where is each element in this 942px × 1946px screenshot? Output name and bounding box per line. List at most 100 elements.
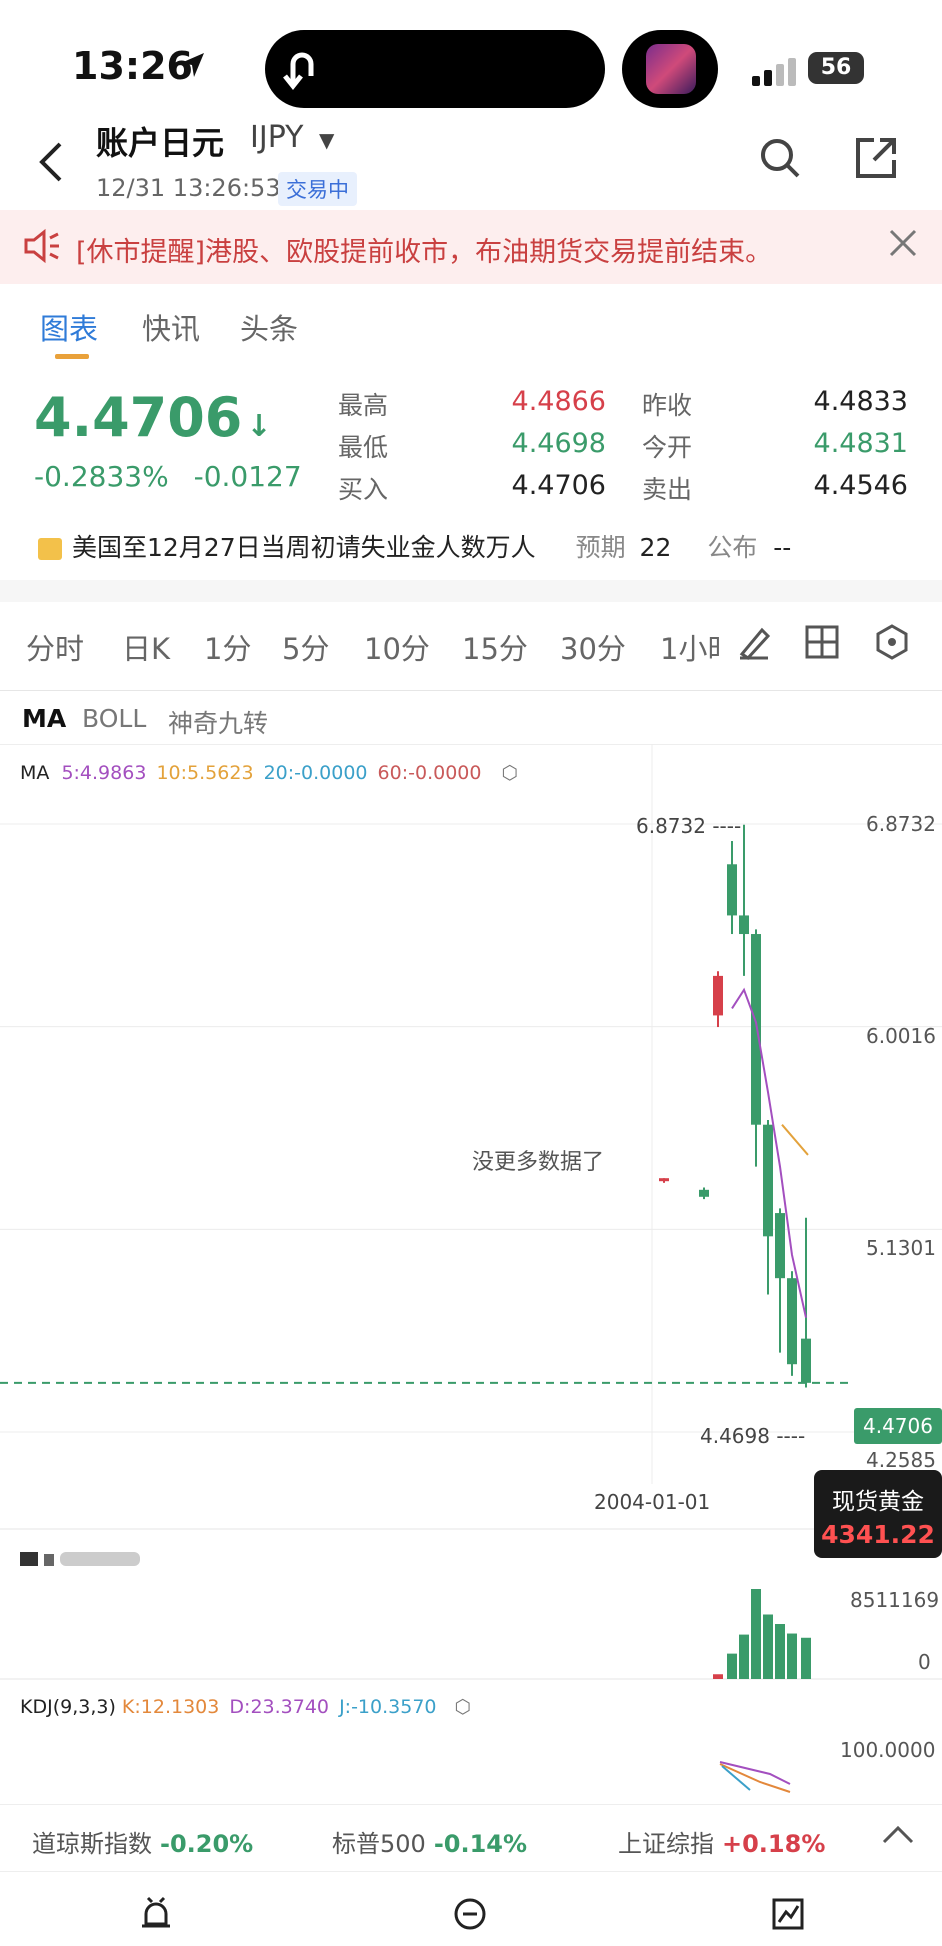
tab-active-indicator [55,354,89,359]
dynamic-island[interactable] [265,30,605,108]
back-button[interactable] [36,140,66,195]
indicator-tab-ma[interactable]: MA [22,704,66,733]
draw-tool-button[interactable] [734,622,774,666]
kline-chart[interactable] [0,744,942,1804]
period-10min[interactable]: 10分 [364,626,430,668]
event-text: 美国至12月27日当周初请失业金人数万人 [72,533,536,562]
nav-analysis-button[interactable] [770,1896,806,1940]
close-icon [889,229,917,257]
period-daily-k[interactable]: 日K [122,626,170,668]
spot-gold-label: 现货黄金 [832,1489,924,1515]
open-value: 4.4831 [813,428,908,459]
volume-bar [739,1634,749,1679]
volume-axis-zero: 0 [918,1650,931,1674]
tab-flash-news[interactable]: 快讯 [142,306,200,348]
page-title: 账户日元 [96,124,225,162]
indicator-tab-boll[interactable]: BOLL [82,704,146,733]
ask-value: 4.4546 [813,470,908,501]
volume-bar [727,1653,737,1679]
low-marker-value: 4.4698 [700,1424,770,1448]
open-label: 今开 [642,433,693,462]
published-label: 公布 [707,533,758,562]
spot-gold-widget[interactable]: 现货黄金 4341.22 [814,1470,942,1558]
volume-bar [751,1589,761,1679]
ticker-sp500-name: 标普500 [332,1830,426,1858]
kdj-j-line [721,1765,751,1791]
kdj-k: K:12.1303 [121,1696,220,1718]
no-more-data-label: 没更多数据了 [472,1150,605,1175]
period-5min[interactable]: 5分 [282,626,329,668]
chart-settings-button[interactable] [872,622,912,666]
back-arrow-icon [39,142,62,182]
x-axis-date: 2004-01-01 [594,1490,711,1514]
close-notice-button[interactable] [886,226,920,269]
volume-legend-glyph [20,1552,140,1566]
y-axis-label-top: 6.8732 [866,812,936,836]
kdj-legend: KDJ(9,3,3) K:12.1303 D:23.3740 J:-10.357… [20,1696,471,1718]
period-15min[interactable]: 15分 [462,626,528,668]
economic-event-row[interactable]: 美国至12月27日当周初请失业金人数万人 预期 22 公布 -- [38,528,791,564]
ma10-line [781,1124,809,1156]
bell-icon [142,1896,170,1928]
nav-remove-watchlist-button[interactable] [452,1896,488,1940]
current-price-tag: 4.4706 [854,1408,942,1444]
ticker-shanghai[interactable]: 上证综指 +0.18% [618,1824,825,1859]
symbol-selector[interactable]: IJPY ▼ [250,120,334,155]
volume-bar [713,1674,723,1679]
expand-ticker-button[interactable] [880,1820,916,1854]
status-time: 13:26 [72,44,193,88]
ticker-dow-name: 道琼斯指数 [32,1830,152,1858]
period-divider [0,690,942,691]
y-axis-label-2: 6.0016 [866,1024,936,1048]
ticker-dow[interactable]: 道琼斯指数 -0.20% [32,1824,253,1859]
prev-close-label: 昨收 [642,391,693,420]
kdj-axis-top: 100.0000 [840,1738,936,1762]
hexagon-settings-icon [876,624,908,660]
volume-bar [787,1633,797,1679]
location-arrow-icon [178,50,208,84]
period-1hour[interactable]: 1小时 [660,626,720,668]
current-price: 4.4706 ↓ [34,386,272,449]
notice-text: [休市提醒]港股、欧股提前收市，布油期货交易提前结束。 [76,237,773,268]
price-change: -0.2833% -0.0127 [34,460,302,493]
caret-down-icon: ▼ [319,128,335,152]
candle-body [775,1213,785,1279]
pen-icon [739,627,771,660]
forecast-value: 22 [639,533,672,562]
search-button[interactable] [756,134,804,182]
change-percent: -0.2833% [34,460,169,493]
candle-body [739,915,749,935]
ticker-sp500[interactable]: 标普500 -0.14% [332,1824,527,1859]
tab-headlines[interactable]: 头条 [240,306,298,348]
ticker-shanghai-name: 上证综指 [618,1830,714,1858]
volume-bar [775,1624,785,1679]
island-media-thumbnail[interactable] [622,30,718,108]
period-1min[interactable]: 1分 [204,626,251,668]
period-timeshare[interactable]: 分时 [26,626,84,668]
trading-status-badge: 交易中 [278,172,357,206]
share-icon [856,138,896,178]
indicator-tab-magic-nine[interactable]: 神奇九转 [168,704,268,740]
published-value: -- [773,533,792,562]
kdj-settings-icon[interactable]: ⬡ [455,1696,472,1718]
section-divider [0,580,942,602]
high-marker-value: 6.8732 [636,814,706,838]
candle-body [659,1178,669,1182]
tab-chart[interactable]: 图表 [40,306,98,348]
period-30min[interactable]: 30分 [560,626,626,668]
signal-icon [752,58,800,86]
low-value: 4.4698 [511,428,606,459]
bid-label: 买入 [338,475,389,504]
share-button[interactable] [852,134,900,182]
high-marker-label: 6.8732 ---- [636,814,742,838]
volume-legend [20,1548,180,1575]
volume-bar [801,1637,811,1679]
candle-body [699,1189,709,1197]
chart-square-icon [772,1898,804,1930]
down-arrow-icon: ↓ [246,409,272,444]
nav-alert-button[interactable] [138,1896,174,1940]
minus-circle-icon [454,1898,486,1930]
layout-button[interactable] [804,624,840,664]
chevron-up-icon [882,1825,914,1844]
high-label: 最高 [338,391,389,420]
